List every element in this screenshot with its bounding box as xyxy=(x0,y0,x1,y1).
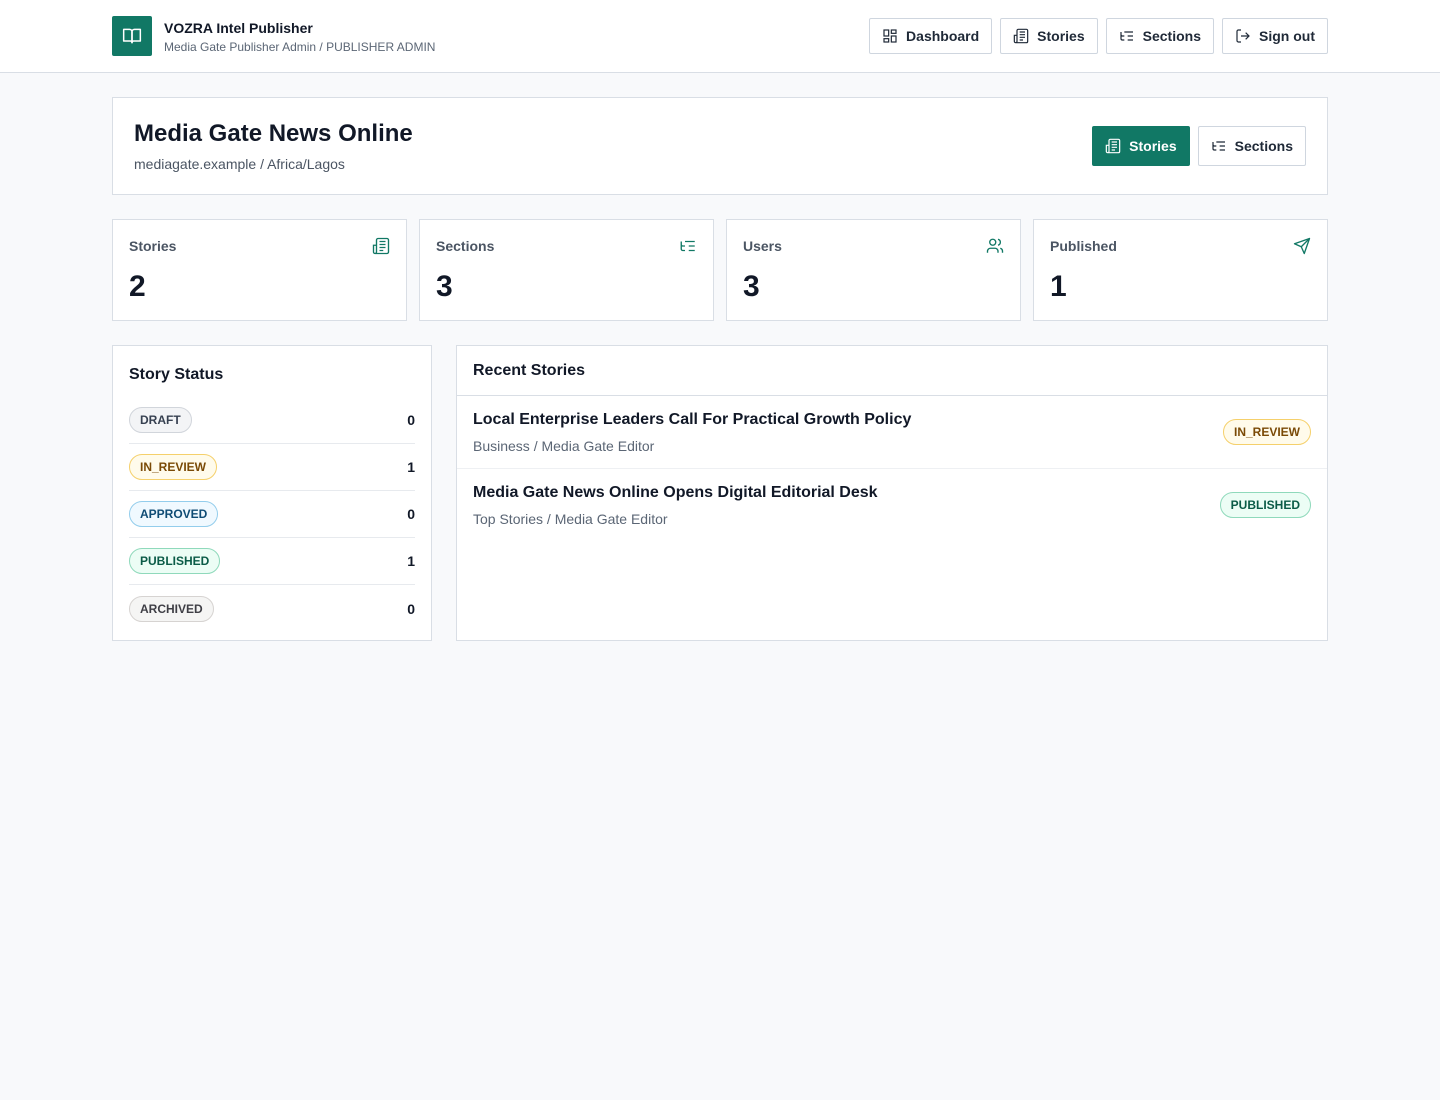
stat-value: 3 xyxy=(743,270,760,303)
list-tree-icon xyxy=(1120,31,1133,41)
stories-nav-button[interactable]: Stories xyxy=(1000,18,1098,54)
status-badge-published: PUBLISHED xyxy=(129,548,221,574)
list-tree-icon xyxy=(1212,141,1225,151)
story-status-title: Story Status xyxy=(129,366,224,383)
stat-label: Stories xyxy=(129,238,177,254)
status-count: 0 xyxy=(407,600,415,617)
users-icon xyxy=(986,238,1004,253)
main-nav: Dashboard Stories Sections Sign out xyxy=(869,18,1328,54)
book-open-icon xyxy=(112,16,152,56)
stat-value: 1 xyxy=(1050,270,1067,303)
sign-out-label: Sign out xyxy=(1259,28,1315,44)
stat-card-stories: Stories 2 xyxy=(112,219,407,321)
status-row-archived: ARCHIVED 0 xyxy=(129,585,415,632)
story-title[interactable]: Local Enterprise Leaders Call For Practi… xyxy=(473,411,911,429)
log-out-icon xyxy=(1236,29,1250,43)
layout-grid-icon xyxy=(883,29,897,43)
story-title[interactable]: Media Gate News Online Opens Digital Edi… xyxy=(473,484,878,502)
story-status-card: Story Status DRAFT 0 IN_REVIEW 1 APPROVE… xyxy=(112,345,432,641)
dashboard-nav-button[interactable]: Dashboard xyxy=(869,18,993,54)
story-item[interactable]: Local Enterprise Leaders Call For Practi… xyxy=(457,396,1327,469)
stats-row: Stories 2 Sections 3 Users 3 Published 1 xyxy=(112,219,1328,321)
newspaper-icon xyxy=(1013,28,1029,44)
stat-card-users: Users 3 xyxy=(726,219,1021,321)
sections-nav-label: Sections xyxy=(1142,28,1201,44)
recent-stories-header: Recent Stories xyxy=(457,346,1327,396)
recent-stories-title: Recent Stories xyxy=(473,362,586,379)
publication-name: Media Gate News Online xyxy=(134,120,413,147)
sign-out-button[interactable]: Sign out xyxy=(1222,18,1328,54)
stat-card-sections: Sections 3 xyxy=(419,219,714,321)
status-badge-archived: ARCHIVED xyxy=(129,595,214,622)
stat-value: 3 xyxy=(436,270,453,303)
story-meta: Business / Media Gate Editor xyxy=(473,438,655,454)
brand[interactable]: VOZRA Intel Publisher Media Gate Publish… xyxy=(112,16,435,56)
stat-value: 2 xyxy=(129,270,146,303)
app-subtitle: Media Gate Publisher Admin / PUBLISHER A… xyxy=(164,39,436,54)
stat-label: Users xyxy=(743,238,782,254)
dashboard-nav-label: Dashboard xyxy=(906,28,980,44)
status-count: 0 xyxy=(407,506,415,522)
newspaper-icon xyxy=(372,237,390,255)
status-row-approved: APPROVED 0 xyxy=(129,491,415,538)
send-icon xyxy=(1293,237,1311,255)
sections-button-label: Sections xyxy=(1234,138,1293,154)
newspaper-icon xyxy=(1105,138,1121,154)
status-count: 0 xyxy=(407,412,415,428)
sections-button[interactable]: Sections xyxy=(1197,126,1306,166)
status-badge-approved: APPROVED xyxy=(129,501,219,527)
status-row-draft: DRAFT 0 xyxy=(129,397,415,444)
list-tree-icon xyxy=(680,240,695,252)
top-bar: VOZRA Intel Publisher Media Gate Publish… xyxy=(0,0,1440,73)
publication-header: Media Gate News Online mediagate.example… xyxy=(112,97,1328,195)
status-count: 1 xyxy=(407,459,415,475)
stat-label: Published xyxy=(1050,238,1117,254)
stat-label: Sections xyxy=(436,238,495,254)
stories-button[interactable]: Stories xyxy=(1092,126,1190,166)
status-row-published: PUBLISHED 1 xyxy=(129,538,415,585)
stat-card-published: Published 1 xyxy=(1033,219,1328,321)
publication-meta: mediagate.example / Africa/Lagos xyxy=(134,156,345,172)
status-badge-in-review: IN_REVIEW xyxy=(129,454,218,480)
status-list: DRAFT 0 IN_REVIEW 1 APPROVED 0 PUBLISHED… xyxy=(129,397,415,632)
status-count: 1 xyxy=(407,553,415,569)
app-title: VOZRA Intel Publisher xyxy=(164,19,313,36)
stories-button-label: Stories xyxy=(1129,138,1177,154)
status-badge-draft: DRAFT xyxy=(129,407,192,433)
status-badge: PUBLISHED xyxy=(1219,492,1311,518)
status-badge: IN_REVIEW xyxy=(1222,419,1311,445)
sections-nav-button[interactable]: Sections xyxy=(1105,18,1214,54)
story-item[interactable]: Media Gate News Online Opens Digital Edi… xyxy=(457,469,1327,542)
story-meta: Top Stories / Media Gate Editor xyxy=(473,511,668,527)
stories-nav-label: Stories xyxy=(1037,28,1085,44)
status-row-in-review: IN_REVIEW 1 xyxy=(129,444,415,491)
recent-stories-card: Recent Stories Local Enterprise Leaders … xyxy=(456,345,1328,641)
